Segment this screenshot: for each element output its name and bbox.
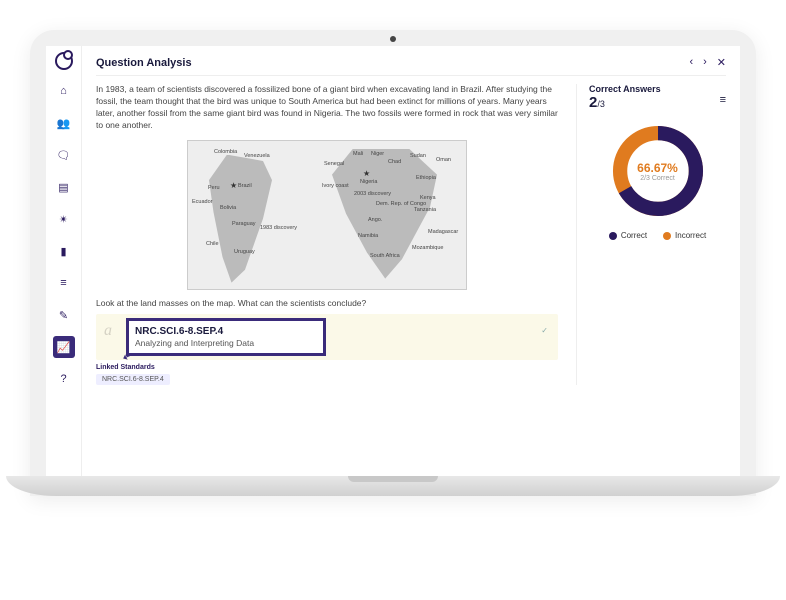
map-label: 1983 discovery xyxy=(260,225,297,231)
laptop-base xyxy=(6,476,780,496)
correct-fraction: 2/3 xyxy=(589,94,605,111)
next-button[interactable]: › xyxy=(703,56,707,69)
sidebar-users-icon[interactable]: 👥 xyxy=(53,112,75,134)
legend-dot-correct xyxy=(609,232,617,240)
linked-standards-label: Linked Standards xyxy=(96,364,558,371)
map-label: Mali xyxy=(353,151,363,157)
map-label: Colombia xyxy=(214,149,237,155)
question-passage: In 1983, a team of scientists discovered… xyxy=(96,84,558,132)
map-label: Venezuela xyxy=(244,153,270,159)
laptop-frame: ⌂ 👥 🗨 ▤ ✴ ▮ ≡ ✎ 📈 ? Question Analysis ‹ … xyxy=(30,30,756,496)
header-actions: ‹ › ✕ xyxy=(689,56,726,69)
world-map: ★ ★ Colombia Venezuela Peru Brazil Ecuad… xyxy=(187,140,467,290)
legend-dot-incorrect xyxy=(663,232,671,240)
map-label: Brazil xyxy=(238,183,252,189)
close-button[interactable]: ✕ xyxy=(717,56,726,69)
linked-standard-tag[interactable]: NRC.SCI.6-8.SEP.4 xyxy=(96,374,170,385)
panel-title: Question Analysis xyxy=(96,57,192,69)
map-label: Nigeria xyxy=(360,179,377,185)
camera-dot xyxy=(390,36,396,42)
map-label: Oman xyxy=(436,157,451,163)
donut-subtext: 2/3 Correct xyxy=(640,175,675,182)
question-column: In 1983, a team of scientists discovered… xyxy=(96,84,558,385)
correct-answers-panel: Correct Answers 2/3 ≡ xyxy=(576,84,726,385)
map-label: Niger xyxy=(371,151,384,157)
app-logo[interactable] xyxy=(55,52,73,70)
sidebar-list-icon[interactable]: ≡ xyxy=(53,272,75,294)
correct-header-row: Correct Answers xyxy=(589,84,726,94)
legend-correct: Correct xyxy=(609,231,647,240)
map-label: 2003 discovery xyxy=(354,191,391,197)
legend-correct-label: Correct xyxy=(621,231,647,240)
map-label: Tanzania xyxy=(414,207,436,213)
donut-chart: 66.67% 2/3 Correct xyxy=(608,121,708,221)
question-prompt: Look at the land masses on the map. What… xyxy=(96,298,558,308)
answer-option[interactable]: a NRC.SCI.6-8.SEP.4 Analyzing and Interp… xyxy=(96,314,558,361)
map-label: Senegal xyxy=(324,161,344,167)
map-label: Chile xyxy=(206,241,219,247)
map-label: Madagascar xyxy=(428,229,458,235)
map-label: Ango. xyxy=(368,217,382,223)
south-america-shape xyxy=(200,155,290,283)
map-label: Sudan xyxy=(410,153,426,159)
answer-letter: a xyxy=(104,322,112,340)
map-label: Chad xyxy=(388,159,401,165)
sidebar-analytics-icon[interactable]: 📈 xyxy=(53,336,75,358)
donut-chart-wrap: 66.67% 2/3 Correct xyxy=(589,121,726,221)
map-container: ★ ★ Colombia Venezuela Peru Brazil Ecuad… xyxy=(96,140,558,290)
map-label: Ecuador xyxy=(192,199,213,205)
standard-desc: Analyzing and Interpreting Data xyxy=(135,338,254,348)
sidebar-edit-icon[interactable]: ✎ xyxy=(53,304,75,326)
sidebar-book-icon[interactable]: ▤ xyxy=(53,176,75,198)
sidebar: ⌂ 👥 🗨 ▤ ✴ ▮ ≡ ✎ 📈 ? xyxy=(46,46,82,476)
sidebar-chat-icon[interactable]: 🗨 xyxy=(53,144,75,166)
chart-legend: Correct Incorrect xyxy=(589,231,726,240)
donut-percent: 66.67% xyxy=(637,161,678,175)
correct-denominator: /3 xyxy=(597,99,605,109)
sidebar-help-icon[interactable]: ? xyxy=(53,368,75,390)
map-label: Bolivia xyxy=(220,205,236,211)
app-screen: ⌂ 👥 🗨 ▤ ✴ ▮ ≡ ✎ 📈 ? Question Analysis ‹ … xyxy=(46,46,740,476)
standard-highlight: NRC.SCI.6-8.SEP.4 Analyzing and Interpre… xyxy=(126,318,326,357)
map-label: Kenya xyxy=(420,195,436,201)
donut-center: 66.67% 2/3 Correct xyxy=(608,121,708,221)
check-icon: ✓ xyxy=(541,326,548,335)
sidebar-home-icon[interactable]: ⌂ xyxy=(53,80,75,102)
standard-code: NRC.SCI.6-8.SEP.4 xyxy=(135,326,223,337)
correct-fraction-row: 2/3 ≡ xyxy=(589,94,726,111)
map-label: Paraguay xyxy=(232,221,256,227)
map-label: South Africa xyxy=(370,253,400,259)
map-label: Mozambique xyxy=(412,245,444,251)
sidebar-compass-icon[interactable]: ✴ xyxy=(53,208,75,230)
map-label: Ivory coast xyxy=(322,183,349,189)
legend-incorrect-label: Incorrect xyxy=(675,231,706,240)
panel-header: Question Analysis ‹ › ✕ xyxy=(96,56,726,76)
content-row: In 1983, a team of scientists discovered… xyxy=(96,84,726,385)
map-label: Peru xyxy=(208,185,220,191)
arrow-icon: ➚ xyxy=(119,346,136,366)
sidebar-bookmark-icon[interactable]: ▮ xyxy=(53,240,75,262)
star-icon: ★ xyxy=(363,169,370,178)
map-label: Ethiopia xyxy=(416,175,436,181)
star-icon: ★ xyxy=(230,181,237,190)
legend-incorrect: Incorrect xyxy=(663,231,706,240)
map-label: Uruguay xyxy=(234,249,255,255)
correct-title: Correct Answers xyxy=(589,84,661,94)
africa-shape xyxy=(318,149,458,279)
chart-menu-icon[interactable]: ≡ xyxy=(720,94,726,106)
main-panel: Question Analysis ‹ › ✕ In 1983, a team … xyxy=(82,46,740,476)
prev-button[interactable]: ‹ xyxy=(689,56,693,69)
map-label: Namibia xyxy=(358,233,378,239)
